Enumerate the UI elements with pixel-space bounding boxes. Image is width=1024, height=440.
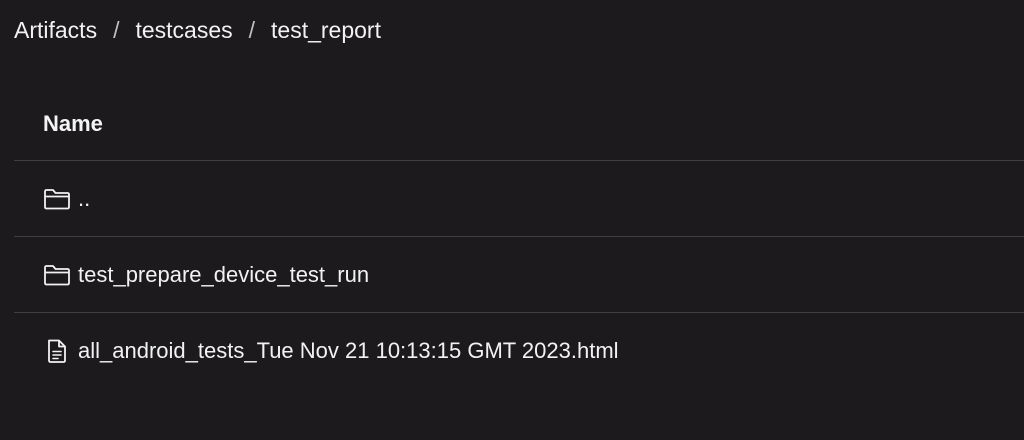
table-row-folder[interactable]: test_prepare_device_test_run	[14, 237, 1024, 313]
table-row-file[interactable]: all_android_tests_Tue Nov 21 10:13:15 GM…	[14, 313, 1024, 389]
breadcrumb-separator: /	[113, 16, 120, 43]
table-header: Name	[14, 88, 1024, 161]
name-column-header[interactable]: Name	[43, 111, 103, 137]
row-label: test_prepare_device_test_run	[78, 261, 370, 287]
table-row-parent-folder[interactable]: ..	[14, 161, 1024, 237]
breadcrumb-separator: /	[248, 16, 256, 43]
breadcrumb-artifacts[interactable]: Artifacts	[14, 17, 97, 44]
file-table: Name .. test_prepare_device_test_run all…	[14, 88, 1024, 389]
row-label: all_android_tests_Tue Nov 21 10:13:15 GM…	[78, 338, 619, 363]
breadcrumb: Artifacts / testcases / test_report	[14, 14, 381, 46]
folder-icon	[43, 186, 73, 212]
breadcrumb-testcases[interactable]: testcases	[135, 17, 232, 44]
row-label: ..	[78, 185, 91, 211]
file-icon	[43, 338, 73, 364]
breadcrumb-test-report: test_report	[271, 16, 381, 43]
folder-icon	[43, 262, 73, 288]
